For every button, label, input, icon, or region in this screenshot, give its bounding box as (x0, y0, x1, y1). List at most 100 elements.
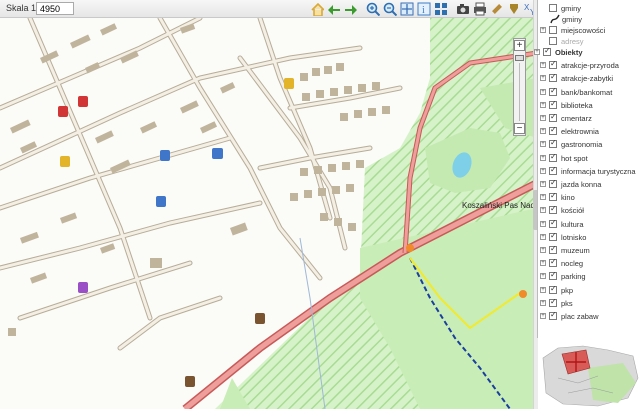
expand-toggle-icon[interactable]: + (540, 141, 546, 148)
scale-input[interactable] (36, 2, 74, 15)
layer-checkbox[interactable] (549, 297, 557, 307)
layer-item[interactable]: + kino (538, 191, 640, 205)
layer-item[interactable]: + pkp (538, 284, 640, 298)
poi-marker[interactable] (284, 78, 294, 89)
expand-toggle-icon[interactable]: + (540, 75, 546, 82)
poi-marker[interactable] (58, 106, 68, 117)
expand-toggle-icon[interactable]: + (540, 220, 546, 227)
zoom-track[interactable] (519, 63, 520, 121)
layers-grid-tool-button[interactable] (433, 1, 449, 17)
expand-toggle-icon[interactable]: + (540, 194, 546, 201)
layer-item[interactable]: + muzeum (538, 244, 640, 258)
layer-checkbox[interactable] (549, 165, 557, 175)
expand-toggle-icon[interactable]: + (540, 101, 546, 108)
expand-toggle-icon[interactable]: + (540, 286, 546, 293)
layer-checkbox[interactable] (549, 257, 557, 268)
expand-toggle-icon[interactable]: + (540, 247, 546, 253)
layer-item[interactable]: + atrakcje-przyroda (538, 59, 640, 73)
poi-marker[interactable] (519, 290, 527, 298)
zoom-in-tool-button[interactable] (365, 1, 381, 17)
map-canvas[interactable]: Koszaliński Pas Nadmo + − (0, 18, 537, 409)
back-tool-button[interactable] (326, 1, 342, 17)
layer-item[interactable]: + nocleg (538, 257, 640, 271)
layer-checkbox[interactable] (549, 218, 557, 228)
layer-checkbox[interactable] (549, 86, 557, 96)
expand-toggle-icon[interactable]: + (540, 273, 546, 280)
camera-tool-button[interactable] (455, 1, 471, 17)
area-tool-button[interactable] (506, 1, 522, 17)
forward-tool-button[interactable] (343, 1, 359, 17)
layer-item[interactable]: + plac zabaw (538, 310, 640, 324)
layer-item[interactable]: + elektrownia (538, 125, 640, 139)
layer-checkbox[interactable] (549, 178, 557, 188)
layer-checkbox[interactable] (549, 191, 557, 202)
measure-tool-button[interactable] (489, 1, 505, 17)
layer-checkbox[interactable] (549, 244, 557, 254)
pan-tool-button[interactable] (399, 1, 415, 17)
expand-toggle-icon[interactable]: + (540, 27, 546, 33)
expand-toggle-icon[interactable]: + (540, 88, 546, 95)
layer-item[interactable]: + cmentarz (538, 112, 640, 126)
layer-checkbox[interactable] (549, 310, 557, 320)
layer-item[interactable]: + hot spot (538, 152, 640, 166)
expand-toggle-icon[interactable]: + (540, 260, 546, 267)
layer-checkbox[interactable] (549, 138, 557, 149)
layer-item[interactable]: + bank/bankomat (538, 86, 640, 100)
expand-toggle-icon[interactable]: + (540, 181, 546, 187)
poi-marker[interactable] (406, 244, 414, 252)
layer-item[interactable]: + biblioteka (538, 99, 640, 113)
layer-checkbox[interactable] (549, 231, 557, 241)
poi-marker[interactable] (212, 148, 223, 159)
layer-label: parking (561, 272, 586, 282)
poi-marker[interactable] (156, 196, 166, 207)
layer-checkbox[interactable] (549, 152, 557, 162)
layer-item[interactable]: + gastronomia (538, 138, 640, 152)
layer-checkbox[interactable] (549, 37, 557, 45)
layer-item[interactable]: + kultura (538, 218, 640, 232)
layer-checkbox[interactable] (549, 204, 557, 215)
area-icon (510, 4, 518, 14)
layer-item[interactable]: + kościół (538, 204, 640, 218)
layer-checkbox[interactable] (549, 112, 557, 122)
layer-checkbox[interactable] (549, 99, 557, 109)
poi-marker[interactable] (60, 156, 70, 167)
expand-toggle-icon[interactable]: + (540, 154, 546, 161)
home-tool-button[interactable] (309, 1, 325, 17)
layer-item[interactable]: + atrakcje-zabytki (538, 72, 640, 86)
layer-item[interactable]: + informacja turystyczna (538, 165, 640, 179)
layer-item[interactable]: + lotnisko (538, 231, 640, 245)
zoom-in-button[interactable]: + (514, 40, 525, 51)
expand-toggle-icon[interactable]: + (540, 207, 546, 214)
poi-marker[interactable] (160, 150, 170, 161)
expand-toggle-icon[interactable]: + (534, 49, 540, 55)
expand-toggle-icon[interactable]: + (540, 233, 546, 240)
poi-marker[interactable] (255, 313, 265, 324)
layer-checkbox[interactable] (549, 125, 557, 136)
zoom-out-tool-button[interactable] (382, 1, 398, 17)
layer-checkbox[interactable] (549, 26, 557, 34)
layer-item[interactable]: + Obiekty (534, 46, 640, 60)
expand-toggle-icon[interactable]: + (540, 115, 546, 121)
layer-checkbox[interactable] (549, 270, 557, 281)
info-tool-button[interactable]: i (416, 1, 432, 17)
expand-toggle-icon[interactable]: + (540, 167, 546, 174)
expand-toggle-icon[interactable]: + (540, 128, 546, 135)
print-tool-button[interactable] (472, 1, 488, 17)
expand-toggle-icon[interactable]: + (540, 313, 546, 319)
layer-item[interactable]: + parking (538, 270, 640, 284)
layer-checkbox[interactable] (543, 46, 551, 56)
expand-toggle-icon[interactable]: + (540, 299, 546, 306)
poi-marker[interactable] (78, 282, 88, 293)
layer-checkbox[interactable] (549, 59, 557, 70)
layer-item[interactable]: + pks (538, 297, 640, 311)
poi-marker[interactable] (185, 376, 195, 387)
zoom-slider-handle[interactable] (515, 55, 524, 61)
poi-marker[interactable] (78, 96, 88, 107)
layer-checkbox[interactable] (549, 4, 557, 12)
zoom-out-button[interactable]: − (514, 123, 525, 134)
layer-item[interactable]: + jazda konna (538, 178, 640, 192)
layer-checkbox[interactable] (549, 72, 557, 83)
overview-map[interactable] (538, 338, 640, 409)
expand-toggle-icon[interactable]: + (540, 62, 546, 69)
layer-checkbox[interactable] (549, 284, 557, 294)
